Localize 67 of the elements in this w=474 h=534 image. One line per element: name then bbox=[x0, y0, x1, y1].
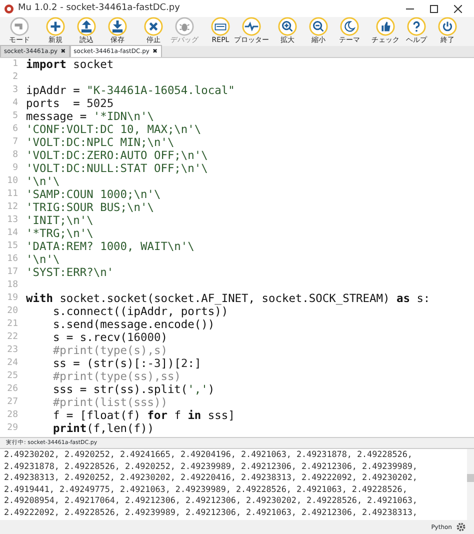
code-line: '*TRG;\n'\ bbox=[25, 227, 94, 240]
code-line: #print(type(ss),ss) bbox=[52, 370, 181, 383]
code-line: s.connect((ipAddr, ports)) bbox=[52, 305, 228, 318]
code-line: 'VOLT:DC:NPLC MIN;\n'\ bbox=[25, 136, 174, 149]
line-number: 20 bbox=[6, 305, 19, 318]
code-line: 'VOLT:DC:NULL:STAT OFF;\n'\ bbox=[25, 162, 208, 175]
code-line: 'CONF:VOLT:DC 10, MAX;\n'\ bbox=[25, 123, 202, 136]
line-number: 8 bbox=[12, 149, 19, 162]
output-line: 2.49222092, 2.49228526, 2.49239989, 2.49212306, 2.4921063, 2.49212306, 2.49238313, bbox=[4, 506, 418, 518]
code-line: sss = str(ss).split(',') bbox=[52, 383, 215, 396]
code-line: 'SYST:ERR?\n' bbox=[25, 266, 114, 279]
app-logo-icon bbox=[4, 4, 14, 14]
output-line: 2.49230202, 2.4920252, 2.49241665, 2.49204196, 2.4921063, 2.49231878, 2.49228526, bbox=[4, 449, 414, 460]
line-number: 16 bbox=[6, 253, 19, 266]
code-line: '\n'\ bbox=[25, 175, 60, 188]
code-line: 'SAMP:COUN 1000;\n'\ bbox=[25, 188, 161, 201]
output-line: 2.4919441, 2.49249775, 2.4921063, 2.49239989, 2.49228526, 2.4921063, 2.49228526, bbox=[4, 484, 408, 495]
line-number: 2 bbox=[12, 71, 19, 84]
line-number: 24 bbox=[6, 357, 19, 370]
code-line: f = [float(f) for f in sss] bbox=[52, 409, 235, 422]
line-number: 25 bbox=[6, 370, 19, 383]
line-number: 13 bbox=[6, 214, 19, 227]
line-number: 27 bbox=[6, 396, 19, 409]
line-number: 7 bbox=[12, 136, 19, 149]
code-line: 'INIT;\n'\ bbox=[25, 214, 94, 227]
line-number: 1 bbox=[12, 58, 19, 71]
code-line: 'DATA:REM? 1000, WAIT\n'\ bbox=[25, 240, 194, 253]
line-number: 5 bbox=[12, 110, 19, 123]
code-line: '\n'\ bbox=[25, 253, 60, 266]
window-title: Mu 1.0.2 - socket-34461a-fastDC.py bbox=[18, 2, 181, 15]
code-line: #print(type(s),s) bbox=[52, 344, 168, 357]
code-line: message = '*IDN\n'\ bbox=[25, 110, 154, 123]
output-line: 2.49208954, 2.49217064, 2.49212306, 2.49212306, 2.49230202, 2.49228526, 2.4921063, bbox=[4, 495, 418, 506]
line-number: 18 bbox=[6, 279, 19, 292]
code-line: ipAddr = "K-34461A-16054.local" bbox=[25, 84, 235, 97]
output-line: 2.49238313, 2.4920252, 2.49230202, 2.49220416, 2.49238313, 2.49222092, 2.49230202, bbox=[4, 472, 418, 484]
settings-icon[interactable] bbox=[456, 522, 466, 532]
code-line: with socket.socket(socket.AF_INET, socket.SOCK_STREAM) as s: bbox=[25, 292, 430, 305]
line-number: 10 bbox=[6, 175, 19, 188]
line-number: 15 bbox=[6, 240, 19, 253]
code-line: s = s.recv(16000) bbox=[52, 331, 168, 344]
line-number: 14 bbox=[6, 227, 19, 240]
line-number: 9 bbox=[12, 162, 19, 175]
line-number: 12 bbox=[6, 201, 19, 214]
code-line: 'VOLT:DC:ZERO:AUTO OFF;\n'\ bbox=[25, 149, 208, 162]
code-line: ports = 5025 bbox=[25, 97, 114, 110]
code-line: s.send(message.encode()) bbox=[52, 318, 215, 331]
code-line: ss = (str(s)[:-3])[2:] bbox=[52, 357, 202, 370]
line-number: 17 bbox=[6, 266, 19, 279]
code-line: #print(list(sss)) bbox=[52, 396, 168, 409]
line-number: 6 bbox=[12, 123, 19, 136]
line-number: 3 bbox=[12, 84, 19, 97]
code-line: print(f,len(f)) bbox=[52, 422, 154, 435]
line-number: 11 bbox=[6, 188, 19, 201]
code-line: import socket bbox=[25, 58, 114, 71]
line-number: 22 bbox=[6, 331, 19, 344]
line-number: 29 bbox=[6, 422, 19, 435]
line-number: 21 bbox=[6, 318, 19, 331]
line-number: 28 bbox=[6, 409, 19, 422]
code-line: 'TRIG:SOUR BUS;\n'\ bbox=[25, 201, 154, 214]
output-line: 2.49231878, 2.49228526, 2.4920252, 2.49239989, 2.49212306, 2.49212306, 2.49239989, bbox=[4, 460, 418, 472]
line-number: 19 bbox=[6, 292, 19, 305]
line-number: 26 bbox=[6, 383, 19, 396]
line-number: 4 bbox=[12, 97, 19, 110]
close-icon[interactable] bbox=[454, 4, 462, 12]
maximize-icon[interactable] bbox=[430, 4, 438, 12]
line-number: 23 bbox=[6, 344, 19, 357]
